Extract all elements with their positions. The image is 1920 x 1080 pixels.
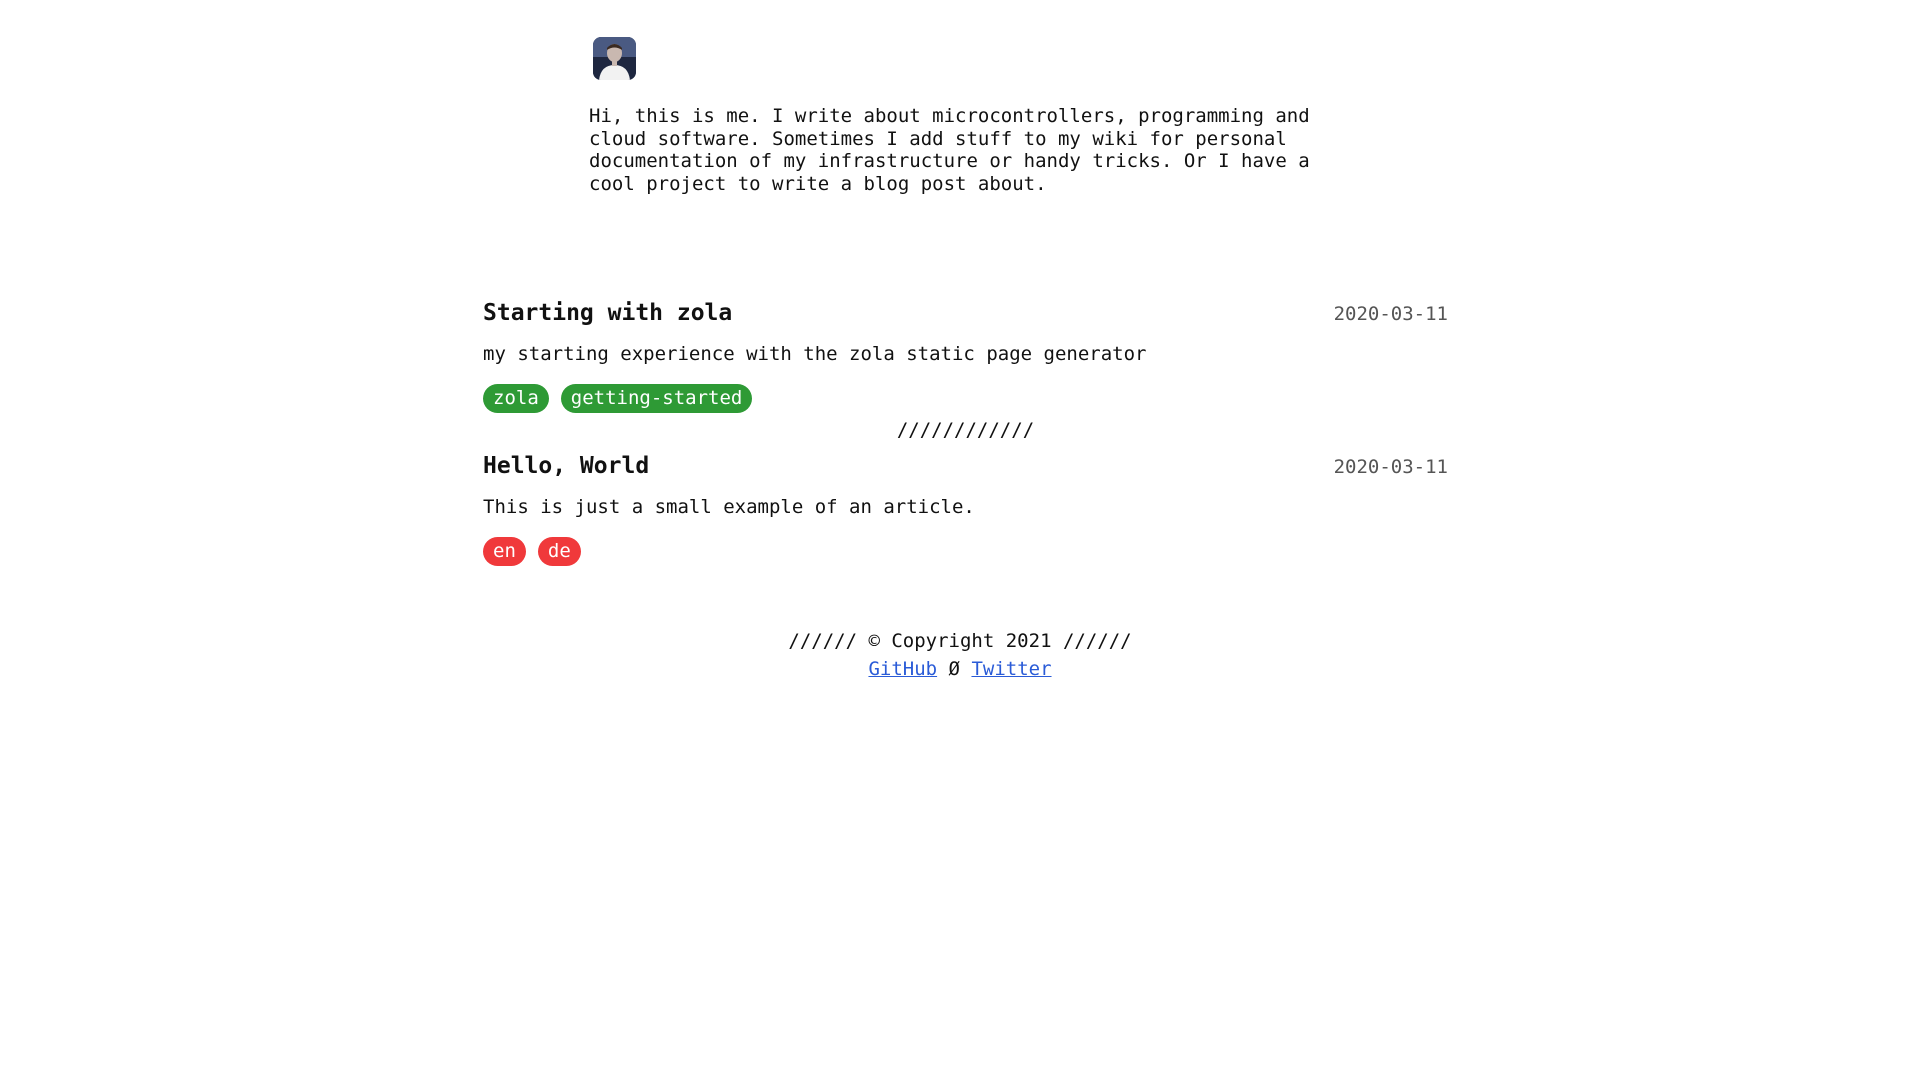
post-title-link[interactable]: Hello, World <box>483 453 649 479</box>
post-date: 2020-03-11 <box>1333 303 1448 325</box>
avatar-photo <box>593 37 636 80</box>
post-header: Starting with zola 2020-03-11 <box>483 300 1448 332</box>
twitter-link[interactable]: Twitter <box>971 658 1051 680</box>
post-date: 2020-03-11 <box>1333 456 1448 478</box>
post-item: Starting with zola 2020-03-11 my startin… <box>483 300 1448 413</box>
tag-en[interactable]: en <box>483 537 526 566</box>
tag-list: zola getting-started <box>483 384 1448 413</box>
post-list: Starting with zola 2020-03-11 my startin… <box>483 300 1448 566</box>
tag-zola[interactable]: zola <box>483 384 549 413</box>
page: Hi, this is me. I write about microcontr… <box>0 0 1920 1080</box>
post-divider: //////////// <box>896 419 1035 441</box>
footer-links: GitHub Ø Twitter <box>0 658 1920 680</box>
avatar <box>593 37 636 80</box>
post-title-link[interactable]: Starting with zola <box>483 300 732 326</box>
intro-section: Hi, this is me. I write about microcontr… <box>589 37 1349 195</box>
link-separator: Ø <box>948 658 960 680</box>
copyright-text: ////// © Copyright 2021 ////// <box>788 630 1132 652</box>
tag-de[interactable]: de <box>537 537 581 566</box>
tag-list: en de <box>483 537 1448 566</box>
footer: ////// © Copyright 2021 ////// GitHub Ø … <box>0 630 1920 680</box>
github-link[interactable]: GitHub <box>868 658 937 680</box>
bio-text: Hi, this is me. I write about microcontr… <box>589 105 1310 195</box>
post-description: my starting experience with the zola sta… <box>483 343 1147 365</box>
post-item: Hello, World 2020-03-11 This is just a s… <box>483 453 1448 566</box>
tag-getting-started[interactable]: getting-started <box>560 384 753 413</box>
post-description: This is just a small example of an artic… <box>483 496 975 518</box>
post-header: Hello, World 2020-03-11 <box>483 453 1448 485</box>
